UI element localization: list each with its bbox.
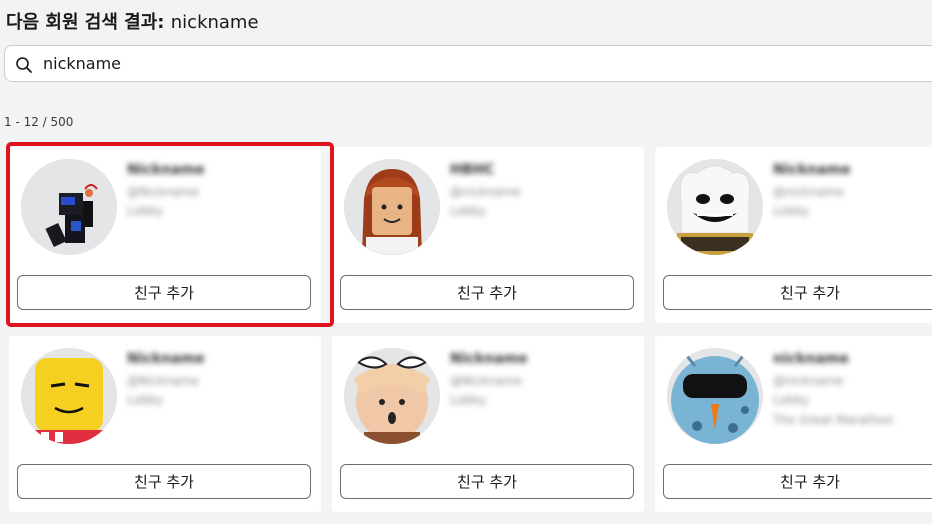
- add-friend-button[interactable]: 친구 추가: [340, 275, 634, 310]
- avatar[interactable]: [21, 159, 117, 255]
- user-username: @Nickname: [127, 374, 199, 388]
- user-card[interactable]: Nickname @nickname Lobby 친구 추가: [655, 147, 932, 323]
- user-status: Lobby: [773, 204, 810, 218]
- user-username: @nickname: [773, 185, 844, 199]
- search-input[interactable]: [43, 50, 903, 77]
- add-friend-button[interactable]: 친구 추가: [663, 464, 932, 499]
- title-prefix: 다음 회원 검색 결과:: [6, 12, 165, 33]
- user-username: @nickname: [773, 374, 844, 388]
- user-display-name: HBHC: [450, 162, 495, 178]
- user-status: Lobby: [127, 204, 164, 218]
- avatar[interactable]: [667, 348, 763, 444]
- page-title: 다음 회원 검색 결과: nickname: [6, 8, 259, 34]
- avatar[interactable]: [667, 159, 763, 255]
- user-status: Lobby: [127, 393, 164, 407]
- user-username: @Nickname: [127, 185, 199, 199]
- user-card[interactable]: Nickname @Nickname Lobby 친구 추가: [9, 147, 321, 323]
- avatar[interactable]: [344, 159, 440, 255]
- title-query: nickname: [170, 12, 259, 33]
- user-status: Lobby: [450, 204, 487, 218]
- user-card[interactable]: Nickname @Nickname Lobby 친구 추가: [332, 336, 644, 512]
- user-card[interactable]: nickname @nickname Lobby The Great Marat…: [655, 336, 932, 512]
- user-display-name: nickname: [773, 351, 849, 367]
- user-display-name: Nickname: [127, 351, 205, 367]
- search-icon: [16, 57, 32, 73]
- user-display-name: Nickname: [773, 162, 851, 178]
- user-status: Lobby: [450, 393, 487, 407]
- user-card[interactable]: HBHC @nickname Lobby 친구 추가: [332, 147, 644, 323]
- user-current-game[interactable]: The Great Marathon: [773, 413, 894, 427]
- avatar[interactable]: [21, 348, 117, 444]
- avatar[interactable]: [344, 348, 440, 444]
- user-username: @nickname: [450, 185, 521, 199]
- add-friend-button[interactable]: 친구 추가: [340, 464, 634, 499]
- add-friend-button[interactable]: 친구 추가: [663, 275, 932, 310]
- add-friend-button[interactable]: 친구 추가: [17, 464, 311, 499]
- search-bar[interactable]: [4, 45, 932, 82]
- user-display-name: Nickname: [450, 351, 528, 367]
- user-username: @Nickname: [450, 374, 522, 388]
- user-card[interactable]: Nickname @Nickname Lobby 친구 추가: [9, 336, 321, 512]
- add-friend-button[interactable]: 친구 추가: [17, 275, 311, 310]
- user-display-name: Nickname: [127, 162, 205, 178]
- result-count: 1 - 12 / 500: [4, 115, 74, 129]
- user-status: Lobby: [773, 393, 810, 407]
